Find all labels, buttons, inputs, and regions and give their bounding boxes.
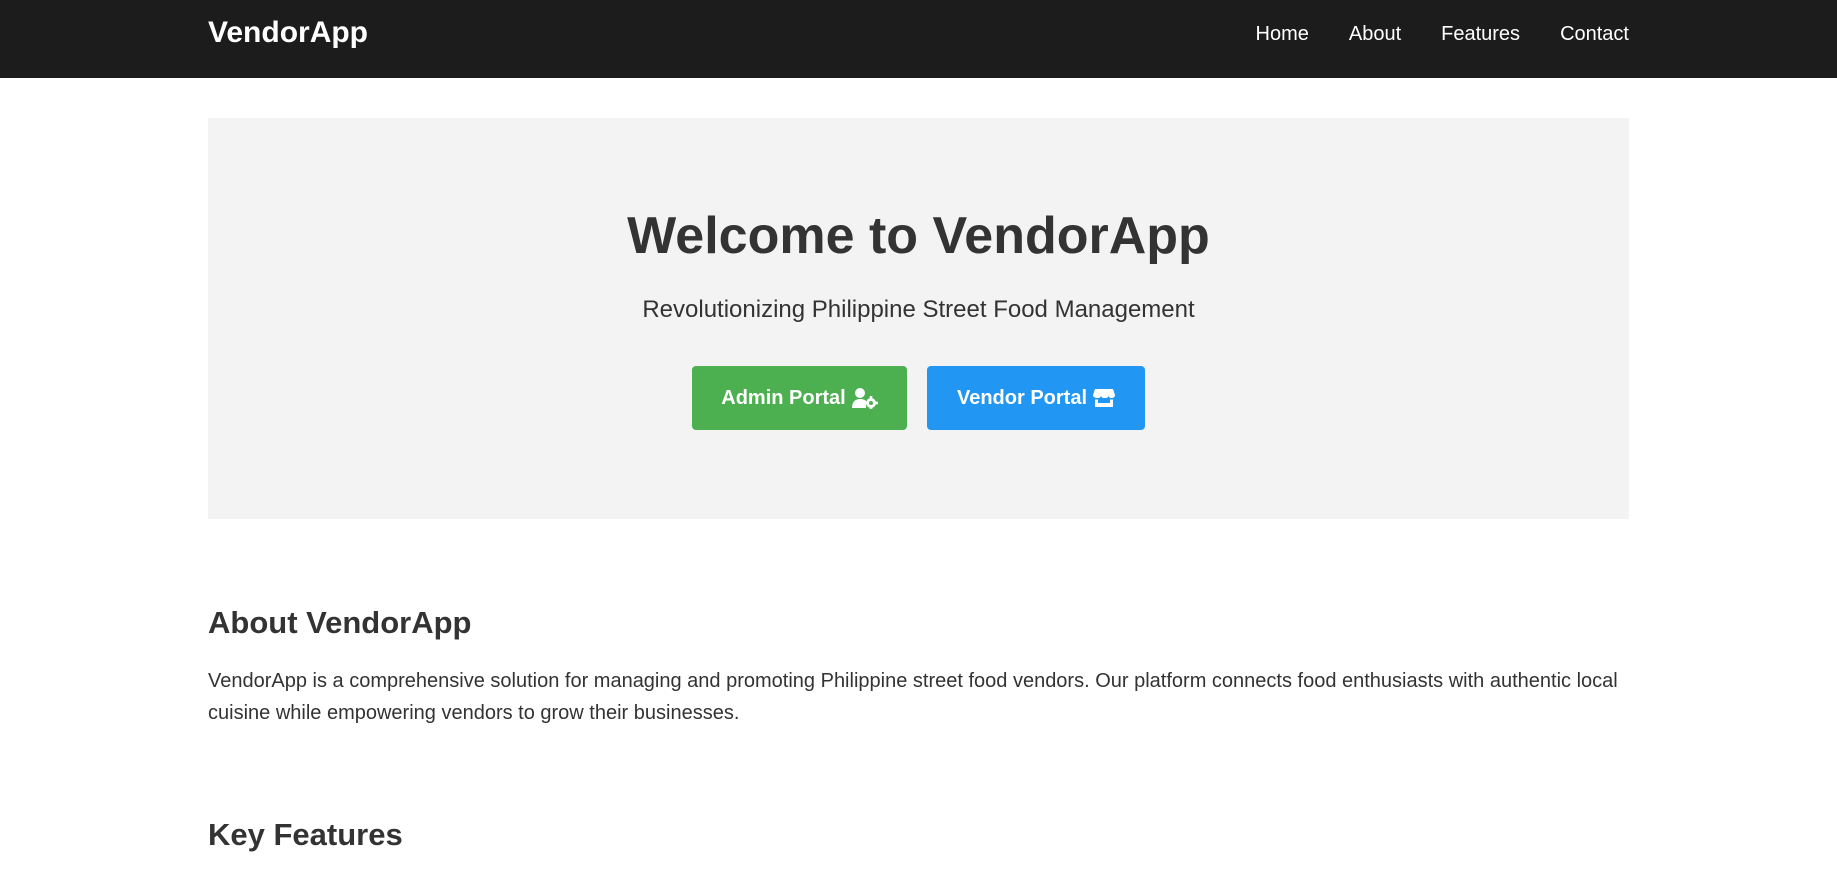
admin-portal-button[interactable]: Admin Portal [692,366,907,430]
about-text: VendorApp is a comprehensive solution fo… [208,670,1618,724]
brand-logo[interactable]: VendorApp [208,16,368,50]
nav-link-contact[interactable]: Contact [1560,22,1629,46]
nav-links: Home About Features Contact [1256,22,1630,46]
store-icon [1093,388,1116,408]
vendor-portal-label: Vendor Portal [956,386,1088,409]
about-section: About VendorApp VendorApp is a comprehen… [208,605,1629,729]
nav-link-home[interactable]: Home [1256,22,1309,46]
nav-link-about[interactable]: About [1349,22,1401,46]
hero-buttons: Admin Portal Vendor Portal [208,366,1629,430]
features-title: Key Features [208,817,403,852]
admin-portal-label: Admin Portal [721,386,846,409]
hero-section: Welcome to VendorApp Revolutionizing Phi… [208,118,1629,519]
about-title: About VendorApp [208,605,472,640]
user-gear-icon [851,387,878,409]
top-navbar: VendorApp Home About Features Contact [0,0,1837,78]
hero-title: Welcome to VendorApp [627,207,1210,265]
hero-subtitle: Revolutionizing Philippine Street Food M… [642,296,1195,323]
nav-link-features[interactable]: Features [1441,22,1520,46]
features-section: Key Features [208,817,1629,853]
vendor-portal-button[interactable]: Vendor Portal [927,366,1145,430]
main-container: Welcome to VendorApp Revolutionizing Phi… [208,118,1629,853]
